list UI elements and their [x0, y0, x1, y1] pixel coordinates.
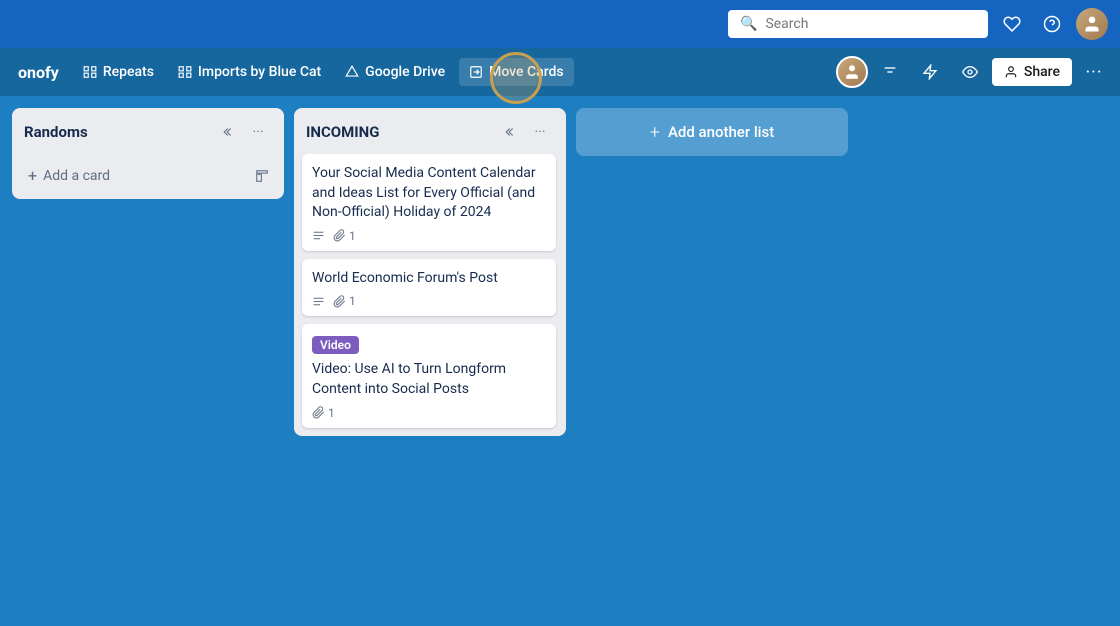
card-1-attachment: 1	[333, 229, 356, 243]
list-randoms-menu-icon[interactable]: ···	[244, 118, 272, 146]
list-randoms-footer: + Add a card	[12, 154, 284, 199]
board-user-avatar[interactable]	[836, 56, 868, 88]
lightning-icon[interactable]	[912, 54, 948, 90]
list-randoms-collapse-icon[interactable]	[212, 118, 240, 146]
card-1-description-icon	[312, 229, 325, 242]
add-card-randoms-button[interactable]: + Add a card	[20, 160, 248, 191]
nav-item-move-cards[interactable]: Move Cards	[459, 58, 574, 86]
card-2-attachment-count: 1	[349, 294, 356, 308]
card-1[interactable]: Your Social Media Content Calendar and I…	[302, 154, 556, 251]
board-nav: onofy Repeats Imports by Blue Cat Google…	[0, 48, 1120, 96]
share-label: Share	[1024, 64, 1060, 80]
card-3-meta: 1	[312, 406, 546, 420]
list-incoming-menu-icon[interactable]: ···	[526, 118, 554, 146]
help-icon[interactable]	[1036, 8, 1068, 40]
card-2-meta: 1	[312, 294, 546, 308]
nav-item-repeats[interactable]: Repeats	[73, 58, 164, 86]
share-button[interactable]: Share	[992, 58, 1072, 86]
board-content: Randoms ··· + Add a card	[0, 96, 1120, 626]
nav-google-drive-label: Google Drive	[365, 64, 445, 80]
add-list-plus-icon: +	[650, 122, 660, 143]
list-randoms-icons: ···	[212, 118, 272, 146]
list-randoms-title: Randoms	[24, 123, 212, 141]
template-icon-randoms[interactable]	[248, 162, 276, 190]
plus-icon: +	[28, 166, 37, 185]
global-user-avatar[interactable]	[1076, 8, 1108, 40]
list-incoming-title: INCOMING	[306, 123, 494, 141]
search-bar[interactable]: 🔍 Search	[728, 10, 988, 38]
card-1-attachment-count: 1	[349, 229, 356, 243]
imports-icon	[178, 65, 192, 79]
card-1-meta: 1	[312, 229, 546, 243]
nav-item-imports[interactable]: Imports by Blue Cat	[168, 58, 331, 86]
list-incoming-cards: Your Social Media Content Calendar and I…	[294, 154, 566, 436]
card-1-title: Your Social Media Content Calendar and I…	[312, 164, 546, 223]
add-card-randoms-label: Add a card	[43, 168, 110, 184]
global-nav: 🔍 Search	[0, 0, 1120, 48]
repeats-icon	[83, 65, 97, 79]
move-cards-icon	[469, 65, 483, 79]
search-placeholder: Search	[765, 16, 808, 32]
filter-icon[interactable]	[872, 54, 908, 90]
list-randoms-header: Randoms ···	[12, 108, 284, 154]
board-nav-right: Share ···	[836, 54, 1112, 90]
add-list-label: Add another list	[668, 123, 774, 141]
card-2[interactable]: World Economic Forum's Post	[302, 259, 556, 317]
watch-icon[interactable]	[952, 54, 988, 90]
nav-item-google-drive[interactable]: Google Drive	[335, 58, 455, 86]
list-incoming-icons: ···	[494, 118, 554, 146]
card-3[interactable]: Video Video: Use AI to Turn Longform Con…	[302, 324, 556, 427]
list-incoming-header: INCOMING ···	[294, 108, 566, 154]
card-3-attachment: 1	[312, 406, 335, 420]
notifications-icon[interactable]	[996, 8, 1028, 40]
nav-repeats-label: Repeats	[103, 64, 154, 80]
google-drive-icon	[345, 65, 359, 79]
card-2-attachment: 1	[333, 294, 356, 308]
app-name-text: onofy	[18, 63, 59, 82]
card-3-attachment-count: 1	[328, 406, 335, 420]
card-3-badge-video: Video	[312, 334, 546, 360]
more-options-icon[interactable]: ···	[1076, 54, 1112, 90]
search-icon: 🔍	[740, 16, 757, 32]
list-incoming: INCOMING ··· Your Social Media Content C…	[294, 108, 566, 436]
add-list-button[interactable]: + Add another list	[576, 108, 848, 156]
list-incoming-collapse-icon[interactable]	[494, 118, 522, 146]
video-badge: Video	[312, 336, 359, 354]
card-2-title: World Economic Forum's Post	[312, 269, 546, 289]
list-randoms: Randoms ··· + Add a card	[12, 108, 284, 199]
nav-move-cards-label: Move Cards	[489, 64, 564, 80]
card-2-description-icon	[312, 295, 325, 308]
app-name[interactable]: onofy	[8, 57, 69, 88]
card-3-title: Video: Use AI to Turn Longform Content i…	[312, 360, 546, 399]
nav-imports-label: Imports by Blue Cat	[198, 64, 321, 80]
